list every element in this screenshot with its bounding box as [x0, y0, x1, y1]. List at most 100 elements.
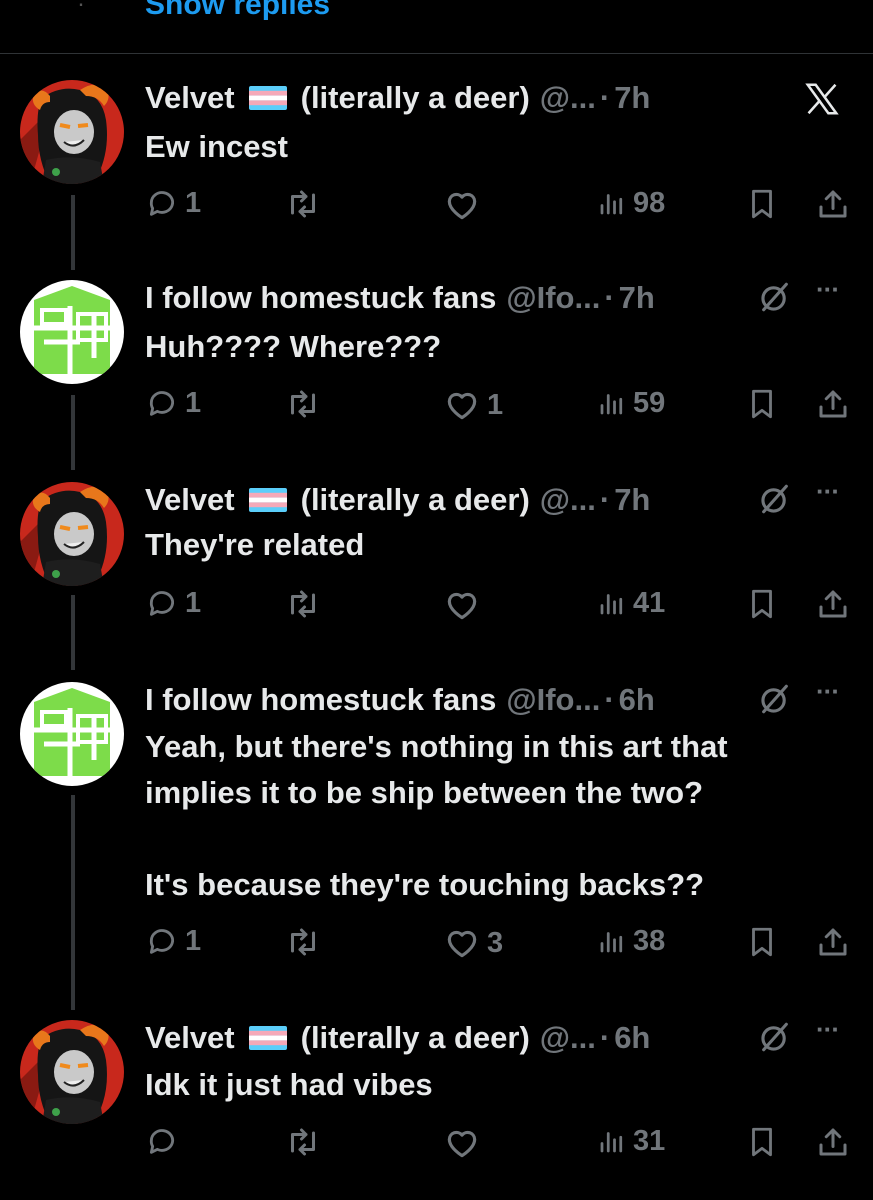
views-button[interactable]: 59 — [597, 386, 665, 420]
avatar[interactable] — [20, 80, 124, 184]
display-name[interactable]: Velvet — [145, 482, 235, 518]
separator-dot: · — [604, 682, 615, 717]
handle[interactable]: @... — [540, 1020, 596, 1056]
views-button[interactable]: 38 — [597, 924, 665, 958]
more-options-icon[interactable]: ··· — [816, 676, 840, 707]
reply-icon — [145, 924, 179, 958]
bookmark-button[interactable] — [745, 586, 779, 622]
display-name-suffix[interactable]: (literally a deer) — [301, 482, 530, 518]
trans-flag-icon — [249, 86, 287, 110]
more-options-icon[interactable]: ··· — [816, 476, 840, 507]
views-button[interactable]: 98 — [597, 186, 665, 220]
retweet-icon — [285, 386, 321, 422]
view-count: 38 — [633, 924, 666, 957]
tweet-text: Yeah, but there's nothing in this art th… — [145, 724, 845, 908]
thread-line — [71, 195, 75, 270]
action-bar: 31 — [145, 1124, 855, 1164]
handle[interactable]: @... — [540, 80, 596, 116]
separator-dot: · — [599, 80, 611, 115]
reply-button[interactable]: 1 — [145, 386, 201, 420]
bookmark-icon — [745, 186, 779, 222]
display-name[interactable]: I follow homestuck fans — [145, 682, 496, 718]
reply-count: 1 — [185, 924, 202, 957]
views-icon — [597, 1124, 627, 1158]
tweet-line: implies it to be ship between the two? — [145, 775, 704, 810]
retweet-button[interactable] — [285, 924, 321, 960]
like-button[interactable] — [443, 586, 481, 624]
x-logo-icon[interactable] — [800, 80, 844, 118]
share-button[interactable] — [815, 186, 851, 222]
retweet-button[interactable] — [285, 186, 321, 222]
display-name[interactable]: I follow homestuck fans — [145, 280, 496, 316]
reply-button[interactable]: 1 — [145, 186, 201, 220]
like-count: 1 — [487, 388, 504, 421]
like-button[interactable] — [443, 1124, 481, 1162]
avatar[interactable] — [20, 482, 124, 586]
bookmark-icon — [745, 924, 779, 960]
retweet-button[interactable] — [285, 1124, 321, 1160]
views-button[interactable]: 41 — [597, 586, 665, 620]
reply-count: 1 — [185, 586, 202, 619]
more-dots-icon[interactable]: ⋮ — [70, 0, 92, 8]
view-count: 98 — [633, 186, 666, 219]
handle[interactable]: @... — [540, 482, 596, 518]
heart-icon — [443, 586, 481, 624]
share-button[interactable] — [815, 386, 851, 422]
tweet-line — [145, 816, 845, 862]
avatar[interactable] — [20, 280, 124, 384]
thread-line — [71, 595, 75, 670]
grok-icon[interactable] — [758, 280, 792, 314]
display-name[interactable]: Velvet — [145, 1020, 235, 1056]
like-button[interactable]: 1 — [443, 386, 503, 424]
bookmark-button[interactable] — [745, 186, 779, 222]
views-icon — [597, 386, 627, 420]
reply-icon — [145, 586, 179, 620]
tweet-line: Ew incest — [145, 129, 288, 164]
timestamp[interactable]: 6h — [619, 682, 655, 718]
share-button[interactable] — [815, 924, 851, 960]
show-replies-link[interactable]: Show replies — [145, 0, 330, 22]
bookmark-icon — [745, 386, 779, 422]
trans-flag-icon — [249, 488, 287, 512]
like-button[interactable] — [443, 186, 481, 224]
tweet-text: Huh???? Where??? — [145, 324, 845, 370]
share-button[interactable] — [815, 586, 851, 622]
tweet-text: They're related — [145, 522, 845, 568]
grok-icon[interactable] — [758, 1020, 792, 1054]
timestamp[interactable]: 7h — [614, 80, 650, 116]
timestamp[interactable]: 7h — [614, 482, 650, 518]
bookmark-button[interactable] — [745, 386, 779, 422]
display-name-suffix[interactable]: (literally a deer) — [301, 1020, 530, 1056]
reply-button[interactable] — [145, 1124, 179, 1158]
action-bar: 1 3 38 — [145, 924, 855, 964]
handle[interactable]: @Ifo... — [506, 682, 600, 718]
display-name[interactable]: Velvet — [145, 80, 235, 116]
retweet-icon — [285, 186, 321, 222]
grok-icon[interactable] — [758, 482, 792, 516]
thread-line — [71, 795, 75, 1010]
display-name-suffix[interactable]: (literally a deer) — [301, 80, 530, 116]
retweet-button[interactable] — [285, 386, 321, 422]
reply-button[interactable]: 1 — [145, 586, 201, 620]
bookmark-button[interactable] — [745, 924, 779, 960]
views-icon — [597, 186, 627, 220]
avatar[interactable] — [20, 682, 124, 786]
bookmark-button[interactable] — [745, 1124, 779, 1160]
retweet-button[interactable] — [285, 586, 321, 622]
tweet-line: It's because they're touching backs?? — [145, 867, 705, 902]
like-button[interactable]: 3 — [443, 924, 503, 962]
avatar[interactable] — [20, 1020, 124, 1124]
reply-count: 1 — [185, 186, 202, 219]
views-button[interactable]: 31 — [597, 1124, 665, 1158]
timestamp[interactable]: 6h — [614, 1020, 650, 1056]
tweet-line: Yeah, but there's nothing in this art th… — [145, 729, 728, 764]
handle[interactable]: @Ifo... — [506, 280, 600, 316]
more-options-icon[interactable]: ··· — [816, 1014, 840, 1045]
share-button[interactable] — [815, 1124, 851, 1160]
grok-icon[interactable] — [758, 682, 792, 716]
more-options-icon[interactable]: ··· — [816, 274, 840, 305]
separator-dot: · — [599, 482, 611, 517]
retweet-icon — [285, 1124, 321, 1160]
reply-button[interactable]: 1 — [145, 924, 201, 958]
timestamp[interactable]: 7h — [619, 280, 655, 316]
